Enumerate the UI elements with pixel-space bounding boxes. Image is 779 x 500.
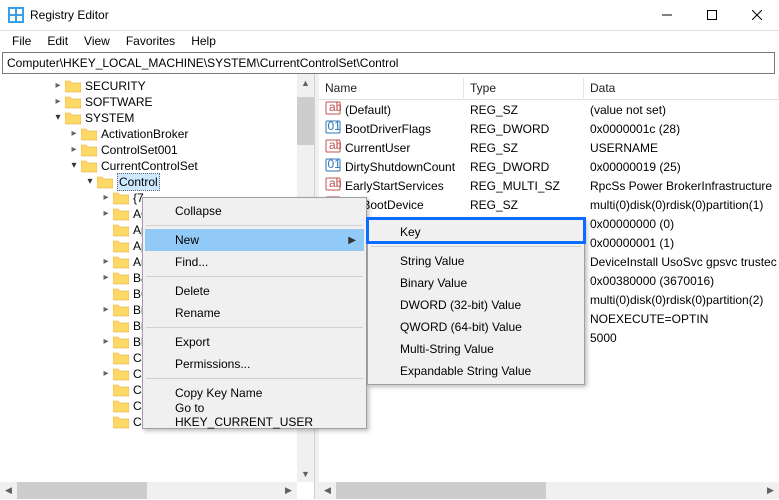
address-bar[interactable]: Computer\HKEY_LOCAL_MACHINE\SYSTEM\Curre… <box>2 52 775 74</box>
value-data: 0x00000000 (0) <box>584 217 779 231</box>
value-name: DirtyShutdownCount <box>345 160 455 174</box>
value-data: 0x00000001 (1) <box>584 236 779 250</box>
ctx-separator <box>146 327 363 328</box>
value-data: DeviceInstall UsoSvc gpsvc trustec <box>584 255 779 269</box>
ctx-separator <box>371 246 581 247</box>
context-menu-key: Collapse New▶ Find... Delete Rename Expo… <box>142 197 367 429</box>
ctx-new-binary[interactable]: Binary Value <box>370 272 582 294</box>
scroll-right-icon[interactable]: ▶ <box>280 482 297 499</box>
column-header-type[interactable]: Type <box>464 78 584 98</box>
regedit-app-icon <box>8 7 24 23</box>
ctx-separator <box>146 378 363 379</box>
context-submenu-new: Key String Value Binary Value DWORD (32-… <box>367 218 585 385</box>
scroll-up-icon[interactable]: ▲ <box>297 74 314 91</box>
svg-text:011: 011 <box>328 157 342 171</box>
value-data: 0x00000019 (25) <box>584 160 779 174</box>
menu-help[interactable]: Help <box>183 32 224 50</box>
ctx-export[interactable]: Export <box>145 331 364 353</box>
ctx-find[interactable]: Find... <box>145 251 364 273</box>
ctx-permissions[interactable]: Permissions... <box>145 353 364 375</box>
tree-item-activationbroker[interactable]: ▸ActivationBroker <box>0 126 314 142</box>
close-button[interactable] <box>734 0 779 30</box>
string-value-icon: ab <box>325 176 341 195</box>
value-data: multi(0)disk(0)rdisk(0)partition(1) <box>584 198 779 212</box>
menu-edit[interactable]: Edit <box>39 32 76 50</box>
tree-item-currentcontrolset[interactable]: ▾CurrentControlSet <box>0 158 314 174</box>
value-data: 0x00380000 (3670016) <box>584 274 779 288</box>
scroll-left-icon[interactable]: ◀ <box>319 482 336 499</box>
svg-text:ab: ab <box>329 100 341 114</box>
ctx-goto-hkcu[interactable]: Go to HKEY_CURRENT_USER <box>145 404 364 426</box>
ctx-new-dword32[interactable]: DWORD (32-bit) Value <box>370 294 582 316</box>
value-name: EarlyStartServices <box>345 179 444 193</box>
title-bar: Registry Editor <box>0 0 779 31</box>
value-data: 0x0000001c (28) <box>584 122 779 136</box>
value-name: BootDriverFlags <box>345 122 431 136</box>
submenu-arrow-icon: ▶ <box>348 235 356 246</box>
list-row[interactable]: ab (Default) REG_SZ(value not set) <box>319 100 779 119</box>
menu-view[interactable]: View <box>76 32 118 50</box>
value-name: CurrentUser <box>345 141 410 155</box>
value-type: REG_MULTI_SZ <box>464 179 584 193</box>
menu-bar: File Edit View Favorites Help <box>0 31 779 51</box>
binary-value-icon: 011 <box>325 157 341 176</box>
binary-value-icon: 011 <box>325 119 341 138</box>
tree-item-system[interactable]: ▾SYSTEM <box>0 110 314 126</box>
tree-item-control[interactable]: ▾Control <box>0 174 314 190</box>
column-header-name[interactable]: Name <box>319 78 464 98</box>
ctx-rename[interactable]: Rename <box>145 302 364 324</box>
ctx-collapse[interactable]: Collapse <box>145 200 364 222</box>
list-header: Name Type Data <box>319 76 779 100</box>
window-title: Registry Editor <box>30 8 644 22</box>
list-row[interactable]: 011BootDriverFlags REG_DWORD0x0000001c (2… <box>319 119 779 138</box>
ctx-new-key[interactable]: Key <box>370 221 582 243</box>
scroll-down-icon[interactable]: ▼ <box>297 465 314 482</box>
tree-horizontal-scrollbar[interactable]: ◀ ▶ <box>0 482 297 499</box>
value-type: REG_SZ <box>464 103 584 117</box>
scrollbar-thumb[interactable] <box>17 482 147 499</box>
tree-item-security[interactable]: ▸SECURITY <box>0 78 314 94</box>
value-type: REG_SZ <box>464 198 584 212</box>
tree-item-controlset001[interactable]: ▸ControlSet001 <box>0 142 314 158</box>
scroll-left-icon[interactable]: ◀ <box>0 482 17 499</box>
ctx-separator <box>146 225 363 226</box>
list-row[interactable]: ab EarlyStartServices REG_MULTI_SZRpcSs Po… <box>319 176 779 195</box>
menu-favorites[interactable]: Favorites <box>118 32 183 50</box>
ctx-new[interactable]: New▶ <box>145 229 364 251</box>
list-row[interactable]: abareBootDeviceREG_SZmulti(0)disk(0)rdis… <box>319 195 779 214</box>
ctx-separator <box>146 276 363 277</box>
scroll-right-icon[interactable]: ▶ <box>762 482 779 499</box>
ctx-new-multistring[interactable]: Multi-String Value <box>370 338 582 360</box>
value-data: USERNAME <box>584 141 779 155</box>
svg-text:ab: ab <box>329 176 341 190</box>
column-header-data[interactable]: Data <box>584 78 779 98</box>
value-type: REG_DWORD <box>464 122 584 136</box>
ctx-new-qword64[interactable]: QWORD (64-bit) Value <box>370 316 582 338</box>
list-row[interactable]: ab CurrentUser REG_SZUSERNAME <box>319 138 779 157</box>
address-path: Computer\HKEY_LOCAL_MACHINE\SYSTEM\Curre… <box>7 56 398 70</box>
value-type: REG_DWORD <box>464 160 584 174</box>
value-type: REG_SZ <box>464 141 584 155</box>
value-data: NOEXECUTE=OPTIN <box>584 312 779 326</box>
maximize-button[interactable] <box>689 0 734 30</box>
list-row[interactable]: 011DirtyShutdownCount REG_DWORD0x00000019… <box>319 157 779 176</box>
value-data: RpcSs Power BrokerInfrastructure <box>584 179 779 193</box>
tree-item-software[interactable]: ▸SOFTWARE <box>0 94 314 110</box>
minimize-button[interactable] <box>644 0 689 30</box>
string-value-icon: ab <box>325 100 341 119</box>
menu-file[interactable]: File <box>4 32 39 50</box>
svg-text:011: 011 <box>328 119 342 133</box>
string-value-icon: ab <box>325 138 341 157</box>
ctx-new-expandable[interactable]: Expandable String Value <box>370 360 582 382</box>
value-data: 5000 <box>584 331 779 345</box>
svg-text:ab: ab <box>329 138 341 152</box>
scrollbar-thumb[interactable] <box>297 97 314 145</box>
scrollbar-thumb[interactable] <box>336 482 546 499</box>
value-name: (Default) <box>345 103 391 117</box>
ctx-delete[interactable]: Delete <box>145 280 364 302</box>
list-horizontal-scrollbar[interactable]: ◀ ▶ <box>319 482 779 499</box>
value-data: (value not set) <box>584 103 779 117</box>
ctx-new-string[interactable]: String Value <box>370 250 582 272</box>
value-data: multi(0)disk(0)rdisk(0)partition(2) <box>584 293 779 307</box>
